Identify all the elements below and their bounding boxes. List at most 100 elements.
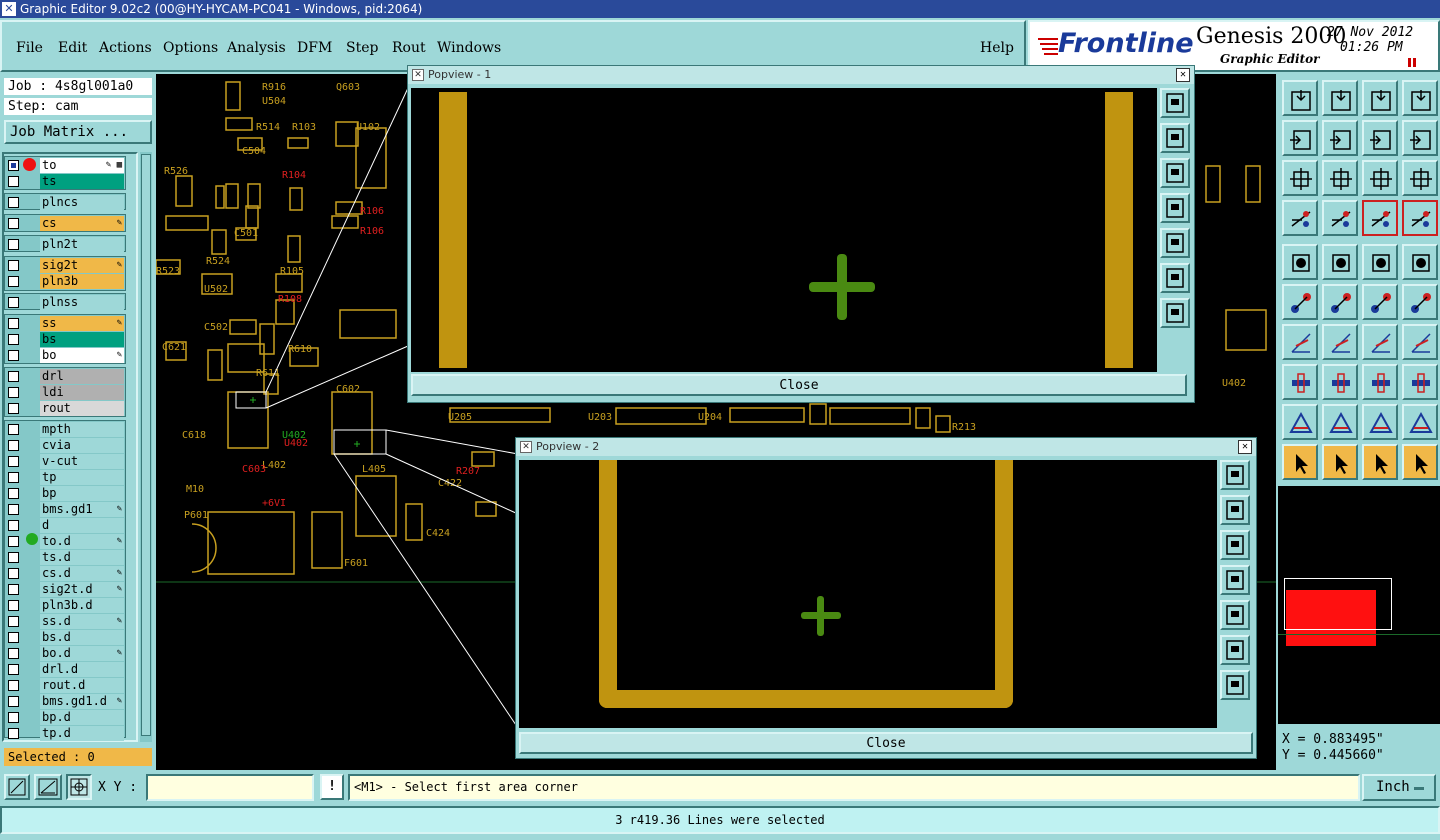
layer-checkbox[interactable]	[8, 568, 19, 579]
zoom-out-button[interactable]	[1322, 120, 1358, 156]
save-button[interactable]	[1322, 80, 1358, 116]
layer-checkbox[interactable]	[8, 584, 19, 595]
layer-row-pln3b[interactable]: pln3b	[6, 274, 124, 289]
arc-filled-button[interactable]	[1402, 404, 1438, 440]
layer-row-drl[interactable]: drl	[6, 369, 124, 384]
menu-options[interactable]: Options	[163, 40, 218, 56]
arc-button[interactable]	[1322, 404, 1358, 440]
layer-name[interactable]: ldi	[40, 385, 124, 400]
layer-checkbox[interactable]	[8, 297, 19, 308]
layer-name[interactable]: plnss	[40, 295, 124, 310]
layer-checkbox[interactable]	[8, 456, 19, 467]
layer-checkbox[interactable]	[8, 680, 19, 691]
layer-checkbox[interactable]	[8, 197, 19, 208]
layer-name[interactable]: bms.gd1	[40, 502, 124, 517]
menu-file[interactable]: File	[16, 40, 43, 56]
rotate-button[interactable]	[1362, 324, 1398, 360]
layer-name[interactable]: sig2t	[40, 258, 124, 273]
layer-name[interactable]: to.d	[40, 534, 124, 549]
layer-checkbox[interactable]	[8, 712, 19, 723]
add-pad-button[interactable]	[1282, 244, 1318, 280]
layer-checkbox[interactable]	[8, 600, 19, 611]
layer-checkbox[interactable]	[8, 520, 19, 531]
layer-row-ts-d[interactable]: ts.d	[6, 550, 124, 565]
grid-snap-button[interactable]	[66, 774, 92, 800]
zoom-in-button[interactable]	[1282, 120, 1318, 156]
layer-row-tp-d[interactable]: tp.d	[6, 726, 124, 741]
layer-name[interactable]: cs.d	[40, 566, 124, 581]
layer-name[interactable]: plncs	[40, 195, 124, 210]
polygon-button[interactable]	[1322, 244, 1358, 280]
layer-name[interactable]: bms.gd1.d	[40, 694, 124, 709]
layer-row-cs-d[interactable]: cs.d ✎	[6, 566, 124, 581]
move-point-button[interactable]	[1362, 284, 1398, 320]
layer-name[interactable]: drl	[40, 369, 124, 384]
layer-row-sig2t[interactable]: sig2t ✎	[6, 258, 124, 273]
help-button[interactable]	[1402, 160, 1438, 196]
layer-row-cvia[interactable]: cvia	[6, 438, 124, 453]
triangle-button[interactable]	[1282, 404, 1318, 440]
layer-row-bp-d[interactable]: bp.d	[6, 710, 124, 725]
popview-1-view[interactable]	[411, 88, 1157, 372]
layer-name[interactable]: bs	[40, 332, 124, 347]
pointer-button[interactable]	[1282, 444, 1318, 480]
layer-row-bs-d[interactable]: bs.d	[6, 630, 124, 645]
slash-button[interactable]	[1322, 324, 1358, 360]
move-button[interactable]	[1402, 284, 1438, 320]
popview-2-close-button[interactable]: Close	[519, 732, 1253, 754]
layer-name[interactable]: cs	[40, 216, 124, 231]
layer-row-drl-d[interactable]: drl.d	[6, 662, 124, 677]
menu-edit[interactable]: Edit	[58, 40, 87, 56]
stretch-button[interactable]	[1362, 364, 1398, 400]
layer-row-bo-d[interactable]: bo.d ✎	[6, 646, 124, 661]
layer-checkbox[interactable]	[8, 648, 19, 659]
layer-row-plnss[interactable]: plnss	[6, 295, 124, 310]
layer-row-plncs[interactable]: plncs	[6, 195, 124, 210]
layer-row-bs[interactable]: bs	[6, 332, 124, 347]
layer-row-bms-gd1[interactable]: bms.gd1 ✎	[6, 502, 124, 517]
info-icon[interactable]: !	[320, 774, 344, 800]
layer-row-bo[interactable]: bo ✎	[6, 348, 124, 363]
layer-name[interactable]: bp.d	[40, 710, 124, 725]
open-job-button[interactable]	[1282, 80, 1318, 116]
layer-row-sig2t-d[interactable]: sig2t.d ✎	[6, 582, 124, 597]
popview-2-tool-2-button[interactable]	[1220, 495, 1250, 525]
ruler-button[interactable]	[1362, 244, 1398, 280]
layer-checkbox[interactable]	[8, 371, 19, 382]
layer-row-to-d[interactable]: to.d ✎	[6, 534, 124, 549]
unit-select[interactable]: Inch	[1362, 774, 1436, 801]
layer-name[interactable]: bo.d	[40, 646, 124, 661]
layer-row-ss[interactable]: ss ✎	[6, 316, 124, 331]
layer-row-rout-d[interactable]: rout.d	[6, 678, 124, 693]
layer-checkbox[interactable]	[8, 260, 19, 271]
layer-checkbox[interactable]	[8, 218, 19, 229]
layer-row-tp[interactable]: tp	[6, 470, 124, 485]
net-button[interactable]	[1402, 364, 1438, 400]
popview-2-view[interactable]	[519, 460, 1217, 728]
layer-row-bms-gd1-d[interactable]: bms.gd1.d ✎	[6, 694, 124, 709]
layer-name[interactable]: pln3b	[40, 274, 124, 289]
line-split-button[interactable]	[1322, 364, 1358, 400]
measure-button[interactable]	[34, 774, 62, 800]
layer-name[interactable]: drl.d	[40, 662, 124, 677]
layer-name[interactable]: bp	[40, 486, 124, 501]
layer-row-d[interactable]: d	[6, 518, 124, 533]
menu-dfm[interactable]: DFM	[297, 40, 332, 56]
popview-1-tool-7-button[interactable]	[1160, 298, 1190, 328]
zoom-area-button[interactable]	[4, 774, 30, 800]
layer-checkbox[interactable]	[8, 664, 19, 675]
popview-1-close-icon[interactable]: ✕	[1176, 68, 1190, 82]
layer-list-scrollbar[interactable]	[140, 152, 152, 742]
layer-checkbox[interactable]	[8, 696, 19, 707]
pointer-select-button[interactable]	[1362, 444, 1398, 480]
layer-checkbox[interactable]	[8, 728, 19, 739]
popview-1-tool-1-button[interactable]	[1160, 88, 1190, 118]
layer-checkbox[interactable]	[8, 387, 19, 398]
layer-row-ldi[interactable]: ldi	[6, 385, 124, 400]
grid-button[interactable]	[1322, 200, 1358, 236]
layer-row-mpth[interactable]: mpth	[6, 422, 124, 437]
snap-line-button[interactable]	[1402, 200, 1438, 236]
layer-checkbox[interactable]	[8, 632, 19, 643]
layer-checkbox[interactable]	[8, 504, 19, 515]
popview-1-tool-2-button[interactable]	[1160, 123, 1190, 153]
